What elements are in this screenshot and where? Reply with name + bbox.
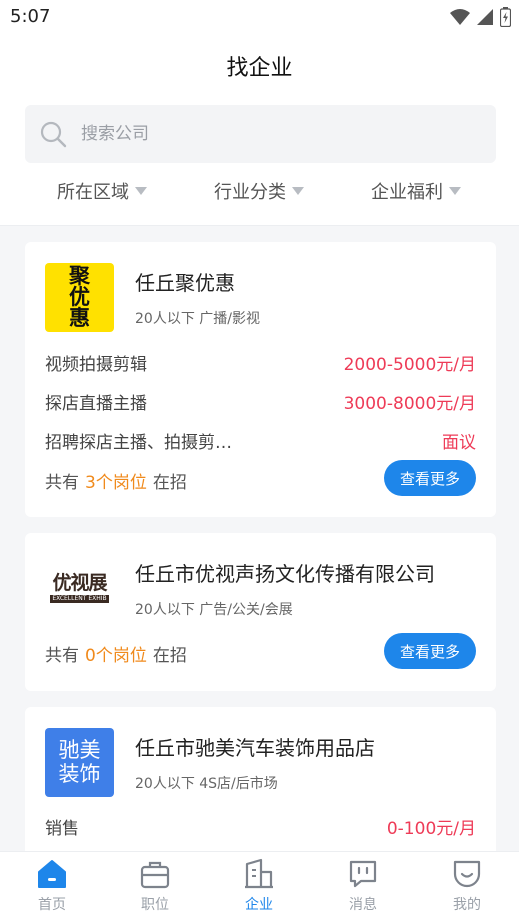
job-count: 0个岗位: [85, 646, 147, 666]
logo-text: 聚: [69, 264, 90, 288]
logo-text: 优视展: [52, 572, 107, 594]
tab-jobs[interactable]: 职位: [120, 858, 190, 914]
summary-prefix: 共有: [45, 646, 79, 666]
job-salary: 3000-8000元/月: [343, 393, 476, 414]
job-title: 招聘探店主播、拍摄剪…: [45, 432, 232, 453]
job-count-summary: 共有 0个岗位 在招: [45, 641, 187, 666]
company-card[interactable]: 聚 优 惠 任丘聚优惠 20人以下 广播/影视 视频拍摄剪辑 2000-5000…: [25, 242, 496, 517]
job-salary: 0-100元/月: [386, 818, 476, 839]
company-meta: 20人以下 广告/公关/会展: [135, 602, 293, 618]
filter-bar: 所在区域 行业分类 企业福利: [0, 178, 519, 208]
job-count: 3个岗位: [85, 473, 147, 493]
logo-text: 装饰: [58, 761, 101, 786]
tab-label: 我的: [453, 897, 481, 913]
logo-text: 惠: [69, 306, 90, 330]
caret-down-icon: [292, 187, 304, 195]
search-bar[interactable]: [25, 105, 496, 163]
search-icon: [40, 121, 67, 148]
company-name[interactable]: 任丘市优视声扬文化传播有限公司: [135, 558, 435, 587]
company-logo: 驰美 装饰: [45, 728, 114, 797]
view-more-button[interactable]: 查看更多: [384, 633, 476, 669]
summary-suffix: 在招: [152, 646, 187, 666]
filter-benefits-label: 企业福利: [371, 182, 443, 203]
job-title: 销售: [45, 818, 79, 839]
job-salary: 2000-5000元/月: [343, 354, 476, 375]
signal-icon: [477, 9, 493, 25]
job-title: 探店直播主播: [45, 393, 147, 414]
bottom-tab-bar: 首页 职位 企业 消息 我的: [0, 851, 519, 924]
job-row[interactable]: 探店直播主播 3000-8000元/月: [45, 388, 476, 414]
filter-region-label: 所在区域: [57, 182, 129, 203]
filter-benefits[interactable]: 企业福利: [371, 178, 461, 204]
summary-suffix: 在招: [152, 473, 187, 493]
job-row[interactable]: 销售 0-100元/月: [45, 813, 476, 839]
job-title: 视频拍摄剪辑: [45, 354, 147, 375]
page-title: 找企业: [226, 56, 293, 81]
page-header: 找企业 所在区域 行业分类 企业福利: [0, 36, 519, 226]
building-icon: [245, 858, 273, 889]
profile-icon: [453, 860, 481, 888]
company-logo: 聚 优 惠: [45, 263, 114, 332]
company-meta: 20人以下 广播/影视: [135, 311, 260, 327]
search-input[interactable]: [81, 124, 421, 144]
status-bar: 5:07: [0, 0, 519, 36]
job-row[interactable]: 视频拍摄剪辑 2000-5000元/月: [45, 349, 476, 375]
tab-label: 首页: [38, 897, 66, 913]
tab-label: 消息: [349, 897, 377, 913]
logo-text: 驰美: [58, 738, 101, 763]
message-icon: [349, 860, 377, 888]
filter-industry-label: 行业分类: [214, 182, 286, 203]
tab-label: 职位: [141, 897, 169, 913]
company-card[interactable]: 驰美 装饰 任丘市驰美汽车装饰用品店 20人以下 4S店/后市场 销售 0-10…: [25, 707, 496, 857]
company-logo: 优视展 EXCELLENT EXHIB: [45, 554, 114, 623]
logo-text: EXCELLENT EXHIB: [50, 595, 109, 603]
tab-label: 企业: [245, 897, 273, 913]
caret-down-icon: [135, 187, 147, 195]
company-name[interactable]: 任丘聚优惠: [135, 267, 235, 296]
status-time: 5:07: [10, 6, 51, 27]
tab-companies[interactable]: 企业: [224, 858, 294, 914]
filter-industry[interactable]: 行业分类: [214, 178, 304, 204]
view-more-button[interactable]: 查看更多: [384, 460, 476, 496]
tab-profile[interactable]: 我的: [432, 858, 502, 914]
job-row[interactable]: 招聘探店主播、拍摄剪… 面议: [45, 427, 476, 453]
tab-messages[interactable]: 消息: [328, 858, 398, 914]
logo-text: 优: [69, 285, 90, 309]
home-icon: [38, 860, 66, 888]
filter-region[interactable]: 所在区域: [57, 178, 147, 204]
status-icons: [450, 7, 511, 27]
company-name[interactable]: 任丘市驰美汽车装饰用品店: [135, 732, 375, 761]
briefcase-icon: [140, 861, 170, 889]
job-salary: 面议: [442, 432, 476, 453]
battery-icon: [500, 7, 511, 27]
wifi-icon: [450, 9, 470, 25]
tab-home[interactable]: 首页: [17, 858, 87, 914]
summary-prefix: 共有: [45, 473, 79, 493]
company-meta: 20人以下 4S店/后市场: [135, 776, 278, 792]
company-card[interactable]: 优视展 EXCELLENT EXHIB 任丘市优视声扬文化传播有限公司 20人以…: [25, 533, 496, 691]
caret-down-icon: [449, 187, 461, 195]
job-count-summary: 共有 3个岗位 在招: [45, 468, 187, 493]
